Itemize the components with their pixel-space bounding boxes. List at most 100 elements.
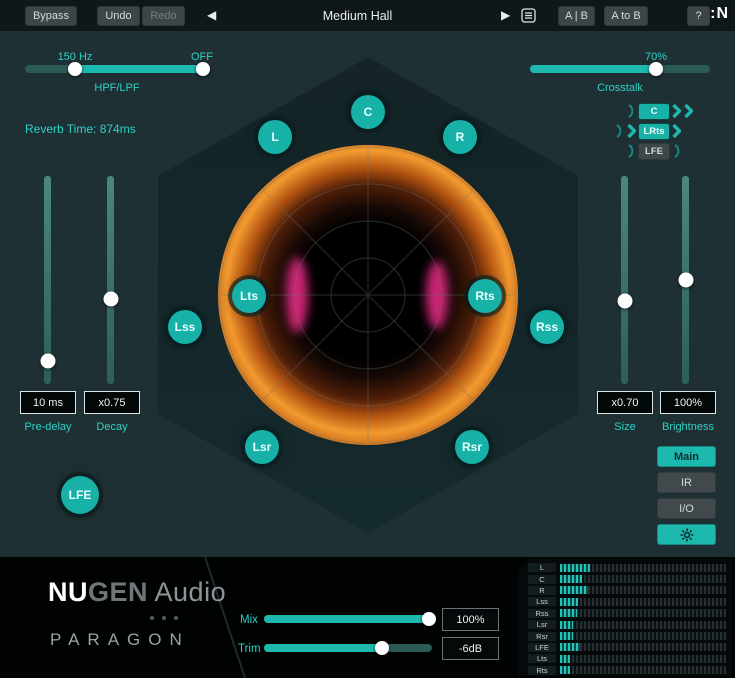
routing-in-chevron-icon[interactable] [627,124,636,138]
meter-row: Rts [528,665,726,676]
crosstalk-slider[interactable] [530,65,710,73]
routing-out-chevron-icon[interactable] [672,104,681,118]
mix-slider[interactable] [264,615,432,623]
routing-out-arc-icon[interactable] [672,144,682,158]
size-handle[interactable] [617,293,632,308]
brightness-slider[interactable] [682,176,689,384]
decay-value-box[interactable]: x0.75 [84,391,140,414]
size-label: Size [595,421,655,433]
tab-main[interactable]: Main [657,446,716,467]
brand-logo: NUGEN Audio [48,577,226,608]
meter-channel-label: R [528,586,556,595]
meter-track [560,621,726,629]
meter-channel-label: L [528,563,556,572]
channel-node-l[interactable]: L [258,120,292,154]
routing-in-arc-icon[interactable] [614,124,624,138]
crosstalk-label: Crosstalk [560,82,680,94]
redo-button[interactable]: Redo [142,6,185,26]
channel-node-lfe[interactable]: LFE [61,476,99,514]
brightness-handle[interactable] [678,273,693,288]
top-toolbar: Bypass Undo Redo ◀ Medium Hall ▶ A | B A… [0,0,735,31]
routing-in-arc-icon[interactable] [626,104,636,118]
channel-node-rsr[interactable]: Rsr [455,430,489,464]
mix-value-box[interactable]: 100% [442,608,499,631]
hpf-handle[interactable] [68,62,82,76]
hpf-lpf-fill [75,65,203,73]
crosstalk-fill [530,65,656,73]
tab-io[interactable]: I/O [657,498,716,519]
meter-track [560,575,726,583]
decay-handle[interactable] [103,291,118,306]
routing-out-chevron-icon[interactable] [684,104,693,118]
bypass-button[interactable]: Bypass [25,6,77,26]
predelay-slider[interactable] [44,176,51,384]
meter-channel-label: Rss [528,609,556,618]
meter-level [560,609,577,617]
meter-row: L [528,562,726,573]
meter-channel-label: C [528,575,556,584]
meter-row: Lsr [528,619,726,630]
meter-channel-label: Rsr [528,632,556,641]
preset-list-icon[interactable] [521,8,536,23]
meter-row: Rss [528,608,726,619]
prev-preset-icon[interactable]: ◀ [207,8,216,22]
meter-track [560,586,726,594]
hpf-lpf-slider[interactable] [25,65,210,73]
help-button[interactable]: ? [687,6,710,26]
routing-lfe-button[interactable]: LFE [638,143,670,160]
meter-channel-label: Rts [528,666,556,675]
channel-node-lsr[interactable]: Lsr [245,430,279,464]
mix-handle[interactable] [422,612,436,626]
meter-level [560,564,590,572]
meter-channel-label: Lss [528,597,556,606]
routing-row-lfe: LFE [598,142,710,160]
meter-track [560,655,726,663]
size-value-box[interactable]: x0.70 [597,391,653,414]
meter-level [560,655,570,663]
meter-row: C [528,573,726,584]
meter-channel-label: Lts [528,654,556,663]
routing-out-chevron-icon[interactable] [672,124,681,138]
routing-in-arc-icon[interactable] [626,144,636,158]
channel-node-r[interactable]: R [443,120,477,154]
routing-lrts-button[interactable]: LRts [638,123,670,140]
undo-button[interactable]: Undo [97,6,140,26]
tab-ir[interactable]: IR [657,472,716,493]
trim-slider[interactable] [264,644,432,652]
meter-row: Rsr [528,630,726,641]
a-to-b-button[interactable]: A to B [604,6,648,26]
next-preset-icon[interactable]: ▶ [501,8,510,22]
trim-fill [264,644,382,652]
meter-level [560,643,580,651]
meter-track [560,564,726,572]
decay-slider[interactable] [107,176,114,384]
predelay-handle[interactable] [40,354,55,369]
channel-node-lss[interactable]: Lss [168,310,202,344]
channel-node-rts[interactable]: Rts [468,279,502,313]
brightness-value-box[interactable]: 100% [660,391,716,414]
footer-bar: NUGEN Audio PARAGON Mix 100% Trim -6dB L… [0,557,735,678]
meter-channel-label: Lsr [528,620,556,629]
crosstalk-handle[interactable] [649,62,663,76]
trim-handle[interactable] [375,641,389,655]
meter-row: R [528,585,726,596]
meter-track [560,643,726,651]
meter-row: Lts [528,653,726,664]
output-meters-panel: L C R Lss Rss Lsr [518,559,732,676]
channel-node-lts[interactable]: Lts [232,279,266,313]
meter-track [560,598,726,606]
product-name: PARAGON [50,630,190,650]
brand-nu: NU [48,577,88,607]
ab-compare-button[interactable]: A | B [558,6,595,26]
lpf-handle[interactable] [196,62,210,76]
predelay-value-box[interactable]: 10 ms [20,391,76,414]
preset-name[interactable]: Medium Hall [240,9,475,23]
routing-c-button[interactable]: C [638,103,670,120]
nugen-logo-icon: :N [710,5,729,23]
hpf-lpf-label: HPF/LPF [67,82,167,94]
size-slider[interactable] [621,176,628,384]
settings-button[interactable] [657,524,716,545]
trim-value-box[interactable]: -6dB [442,637,499,660]
channel-node-rss[interactable]: Rss [530,310,564,344]
channel-node-c[interactable]: C [351,95,385,129]
